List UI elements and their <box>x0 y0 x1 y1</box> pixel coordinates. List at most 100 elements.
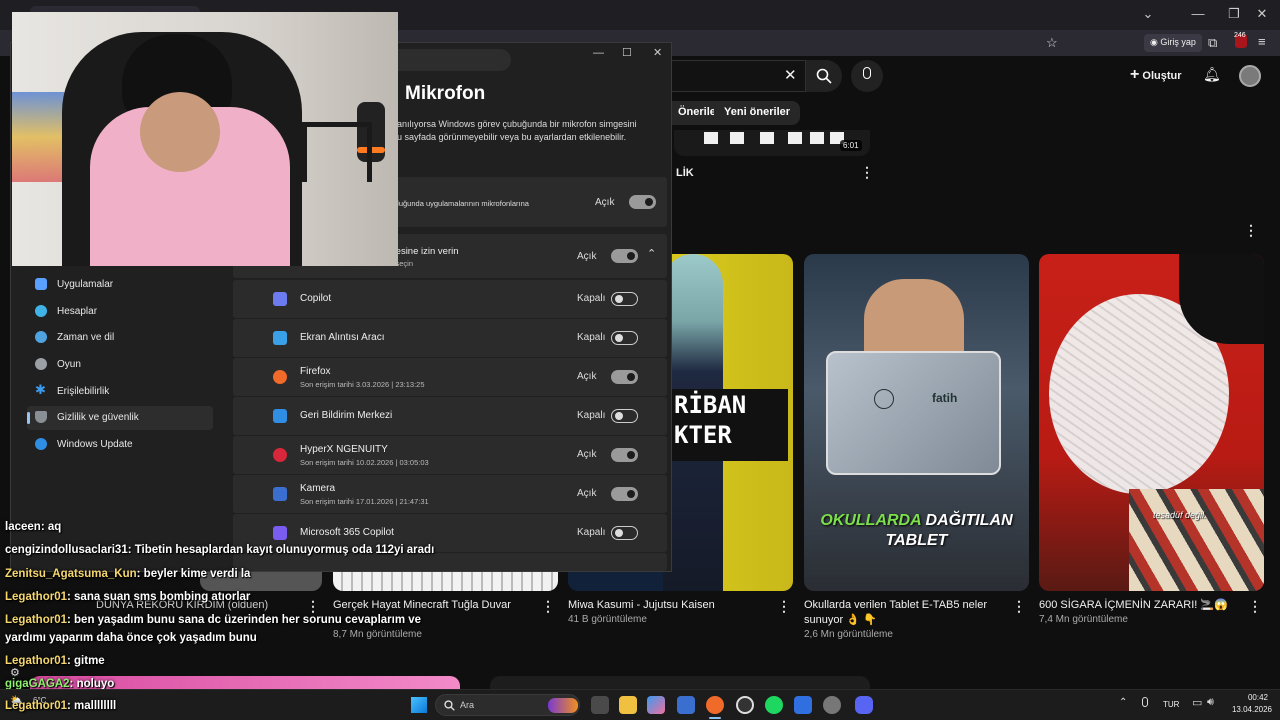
chat-text: : aq <box>40 521 62 533</box>
video-views-2: 8,7 Mn görüntüleme <box>333 629 422 640</box>
nav-item-accounts[interactable]: Hesaplar <box>27 300 213 324</box>
settings-minimize-icon[interactable]: — <box>593 47 604 59</box>
spotify-icon[interactable] <box>765 696 783 714</box>
snipping-tool-icon <box>273 331 287 345</box>
tray-chevron-icon[interactable]: ⌃ <box>1119 697 1127 708</box>
toggle-knob <box>627 451 635 459</box>
clock-date[interactable]: 13.04.2026 <box>1226 705 1278 714</box>
signin-button[interactable]: ◉ Giriş yap <box>1144 34 1202 52</box>
camera-toggle[interactable] <box>611 487 638 501</box>
more-options-icon[interactable]: ⋮ <box>1012 598 1026 615</box>
network-icon[interactable]: ▭ <box>1192 696 1202 709</box>
app-state: Kapalı <box>577 527 606 538</box>
obs-icon[interactable] <box>736 696 754 714</box>
bookmark-star-icon[interactable]: ☆ <box>1046 35 1058 51</box>
more-options-icon[interactable]: ⋮ <box>1248 598 1262 615</box>
tab-list-icon[interactable]: ⌄ <box>1138 6 1158 22</box>
firefox-icon <box>273 370 287 384</box>
app-name: Microsoft 365 Copilot <box>300 527 394 538</box>
video-title-2[interactable]: Gerçek Hayat Minecraft Tuğla Duvar <box>333 598 533 613</box>
nav-item-gaming[interactable]: Oyun <box>27 353 213 377</box>
toggle-knob <box>627 373 635 381</box>
chat-text: : mallllllll <box>67 700 117 712</box>
more-options-icon[interactable]: ⋮ <box>541 598 555 615</box>
video-thumbnail-cigarettes[interactable]: tesadüf değil. <box>1039 254 1264 591</box>
settings-close-icon[interactable]: ✕ <box>653 46 662 59</box>
clock-time[interactable]: 00:42 <box>1238 693 1278 702</box>
copilot-app-icon[interactable] <box>647 696 665 714</box>
voice-search-button[interactable] <box>851 60 883 92</box>
toggle-knob <box>627 252 635 260</box>
chat-user: laceen <box>5 521 41 533</box>
tray-microphone-icon[interactable] <box>1142 697 1148 707</box>
apps-access-toggle[interactable] <box>611 249 638 263</box>
mic-access-toggle[interactable] <box>629 195 656 209</box>
firefox-taskbar-icon[interactable] <box>706 696 724 714</box>
chat-message: Zenitsu_Agatsuma_Kun: beyler kime verdi … <box>5 568 250 580</box>
settings-maximize-icon[interactable]: ☐ <box>622 46 632 59</box>
apps-access-state: Açık <box>577 251 597 262</box>
create-button[interactable]: + Oluştur <box>1130 66 1182 84</box>
thumb-pattern <box>730 132 744 144</box>
video-thumbnail-top[interactable]: 6:01 <box>674 130 870 156</box>
nav-item-accessibility[interactable]: ✱ Erişilebilirlik <box>27 380 213 404</box>
tablet-seal <box>874 389 894 409</box>
m365-copilot-toggle[interactable] <box>611 526 638 540</box>
mic-access-state: Açık <box>595 197 615 208</box>
start-button[interactable] <box>411 697 427 713</box>
thumb-pattern <box>810 132 824 144</box>
app-blue-icon[interactable] <box>794 696 812 714</box>
maximize-icon[interactable]: ❐ <box>1224 6 1244 22</box>
section-more-icon[interactable]: ⋮ <box>1244 222 1258 239</box>
webcam-overlay <box>12 12 398 266</box>
chat-settings-gear-icon[interactable]: ⚙ <box>10 666 20 679</box>
avatar[interactable] <box>1239 65 1261 87</box>
nav-item-apps[interactable]: Uygulamalar <box>27 273 213 297</box>
settings-app-icon[interactable] <box>823 696 841 714</box>
extensions-icon[interactable]: ⧉ <box>1208 35 1217 51</box>
feedback-hub-toggle[interactable] <box>611 409 638 423</box>
firefox-toggle[interactable] <box>611 370 638 384</box>
chip-new-recommendations[interactable]: Yeni öneriler <box>714 101 801 125</box>
chevron-up-icon[interactable]: ⌃ <box>647 247 656 260</box>
copilot-toggle[interactable] <box>611 292 638 306</box>
video-title-5[interactable]: 600 SİGARA İÇMENİN ZARARI! 🚬😱 <box>1039 598 1235 613</box>
video-views-3: 41 B görüntüleme <box>568 614 647 625</box>
m365-copilot-icon <box>273 526 287 540</box>
clear-search-icon[interactable]: ✕ <box>784 66 797 84</box>
close-window-icon[interactable]: ✕ <box>1252 6 1272 22</box>
video-title-4[interactable]: Okullarda verilen Tablet E-TAB5 neler su… <box>804 598 1000 628</box>
file-explorer-icon[interactable] <box>619 696 637 714</box>
tablet-device: fatih <box>826 351 1001 475</box>
notifications-bell-icon[interactable]: 🔔︎ <box>1203 66 1221 83</box>
volume-icon[interactable]: 🔊︎ <box>1207 696 1214 709</box>
chat-message: laceen: aq <box>5 521 61 533</box>
copilot-icon <box>273 292 287 306</box>
hyperx-toggle[interactable] <box>611 448 638 462</box>
shelf-thumbnail-dark[interactable] <box>490 676 870 689</box>
store-icon[interactable] <box>677 696 695 714</box>
taskbar-search-input[interactable]: Ara <box>435 694 580 716</box>
search-icon <box>816 68 832 84</box>
search-button[interactable] <box>806 60 842 92</box>
minimize-icon[interactable]: — <box>1188 6 1208 21</box>
language-indicator[interactable]: TUR <box>1163 700 1179 709</box>
nav-item-time-language[interactable]: Zaman ve dil <box>27 326 213 350</box>
menu-icon[interactable]: ≡ <box>1258 34 1266 49</box>
video-title-partial[interactable]: LİK <box>676 166 694 181</box>
nav-item-privacy-security[interactable]: Gizlilik ve güvenlik <box>27 406 213 430</box>
more-options-icon[interactable]: ⋮ <box>860 164 874 181</box>
discord-icon[interactable] <box>855 696 873 714</box>
video-thumbnail-tablet[interactable]: fatih OKULLARDA DAĞITILAN TABLET <box>804 254 1029 591</box>
duration-badge: 6:01 <box>840 140 862 151</box>
nav-item-windows-update[interactable]: Windows Update <box>27 433 213 457</box>
app-state: Açık <box>577 371 597 382</box>
tablet-caption-line2: TABLET <box>885 532 948 549</box>
search-placeholder: Ara <box>460 700 475 710</box>
more-options-icon[interactable]: ⋮ <box>306 598 320 615</box>
task-view-icon[interactable] <box>591 696 609 714</box>
snipping-tool-toggle[interactable] <box>611 331 638 345</box>
more-options-icon[interactable]: ⋮ <box>777 598 791 615</box>
video-title-3[interactable]: Miwa Kasumi - Jujutsu Kaisen <box>568 598 768 613</box>
create-label: Oluştur <box>1142 70 1182 82</box>
